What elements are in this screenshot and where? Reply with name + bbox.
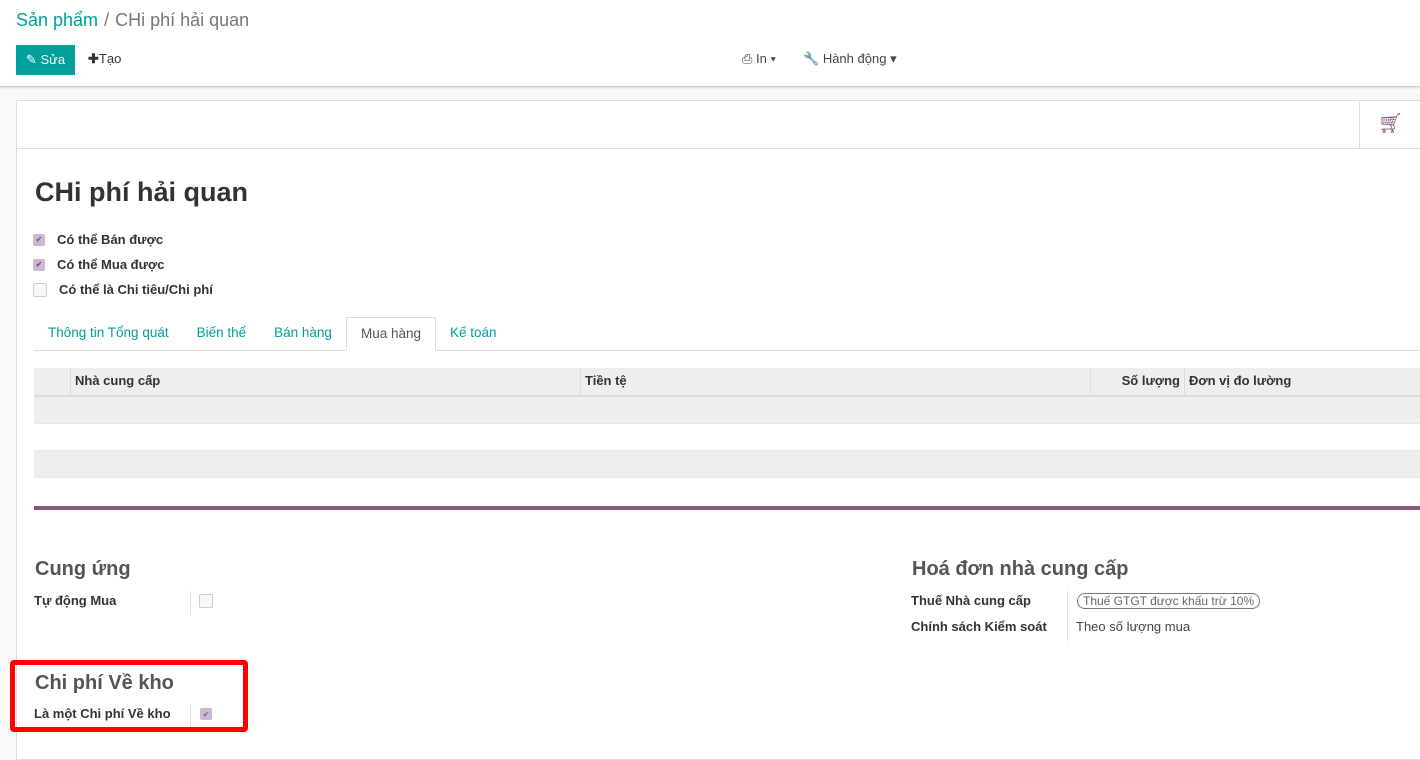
auto-buy-checkbox[interactable] <box>199 594 213 608</box>
checkbox-purchase-ok[interactable]: ✔ Có thể Mua được <box>33 257 165 272</box>
column-quantity[interactable]: Số lượng <box>1090 368 1184 395</box>
vendor-bill-title: Hoá đơn nhà cung cấp <box>912 558 1129 580</box>
caret-down-icon: ▾ <box>770 51 776 66</box>
control-panel: Sản phẩm / CHi phí hải quan ✎ Sửa ✚Tạo ⎙ I… <box>0 0 1420 87</box>
vendor-tax-tag[interactable]: Thuế GTGT được khấu trừ 10% <box>1077 593 1261 609</box>
breadcrumb-parent[interactable]: Sản phẩm <box>16 10 98 30</box>
breadcrumb: Sản phẩm / CHi phí hải quan <box>16 10 249 31</box>
auto-buy-label: Tự động Mua <box>34 593 117 608</box>
caret-down-icon: ▾ <box>890 51 897 66</box>
checkbox-label: Có thể là Chi tiêu/Chi phí <box>59 282 213 297</box>
tab-accounting[interactable]: Kế toán <box>436 317 511 350</box>
divider <box>1067 591 1068 641</box>
print-dropdown[interactable]: ⎙ In ▾ <box>742 51 776 67</box>
table-row <box>34 424 1420 451</box>
vendor-tax-label: Thuế Nhà cung cấp <box>911 593 1031 608</box>
procurement-title: Cung ứng <box>35 558 131 580</box>
cart-icon[interactable]: 🛒︎ <box>1359 101 1420 148</box>
create-label: Tạo <box>98 51 122 66</box>
button-box: 🛒︎ <box>17 101 1420 149</box>
table-row <box>34 397 1420 424</box>
table-header: Nhà cung cấp Tiền tệ Số lượng Đơn vị đo … <box>34 368 1420 397</box>
breadcrumb-separator: / <box>104 10 110 30</box>
table-row <box>34 451 1420 478</box>
tab-purchase[interactable]: Mua hàng <box>345 317 436 351</box>
plus-icon: ✚ <box>88 51 99 66</box>
print-label: In <box>756 51 767 66</box>
vendor-table: Nhà cung cấp Tiền tệ Số lượng Đơn vị đo … <box>34 368 1420 478</box>
checkbox-expense[interactable]: Có thể là Chi tiêu/Chi phí <box>33 282 213 297</box>
create-button[interactable]: ✚Tạo <box>88 51 121 67</box>
breadcrumb-current: CHi phí hải quan <box>115 10 250 30</box>
notebook-tabs: Thông tin Tổng quát Biến thể Bán hàng Mu… <box>34 317 1420 351</box>
checkbox-checked-icon[interactable]: ✔ <box>33 258 45 271</box>
column-vendor[interactable]: Nhà cung cấp <box>70 368 580 395</box>
column-currency[interactable]: Tiền tệ <box>580 368 1090 395</box>
control-policy-label: Chính sách Kiểm soát <box>911 619 1047 634</box>
control-policy-value[interactable]: Theo số lượng mua <box>1076 619 1190 634</box>
action-label: Hành động <box>822 51 887 66</box>
checkbox-label: Có thể Bán được <box>57 232 164 247</box>
pencil-icon: ✎ <box>25 52 37 67</box>
divider <box>190 591 191 615</box>
checkbox-label: Có thể Mua được <box>57 257 165 272</box>
action-dropdown[interactable]: 🔧 Hành động ▾ <box>803 51 897 67</box>
wrench-icon: 🔧 <box>803 51 820 66</box>
tab-sales[interactable]: Bán hàng <box>260 317 346 350</box>
handle-column <box>34 368 70 395</box>
edit-button[interactable]: ✎ Sửa <box>16 45 75 75</box>
separator-bar <box>34 506 1420 510</box>
edit-label: Sửa <box>40 52 66 67</box>
highlight-box <box>10 660 248 732</box>
print-icon: ⎙ <box>742 51 753 66</box>
column-uom[interactable]: Đơn vị đo lường <box>1184 368 1420 395</box>
tab-variants[interactable]: Biến thể <box>183 317 261 350</box>
tab-general[interactable]: Thông tin Tổng quát <box>34 317 183 350</box>
checkbox-checked-icon[interactable]: ✔ <box>33 233 45 246</box>
checkbox-sale-ok[interactable]: ✔ Có thể Bán được <box>33 232 163 247</box>
checkbox-unchecked-icon[interactable] <box>33 282 47 297</box>
product-name: CHi phí hải quan <box>35 177 248 207</box>
